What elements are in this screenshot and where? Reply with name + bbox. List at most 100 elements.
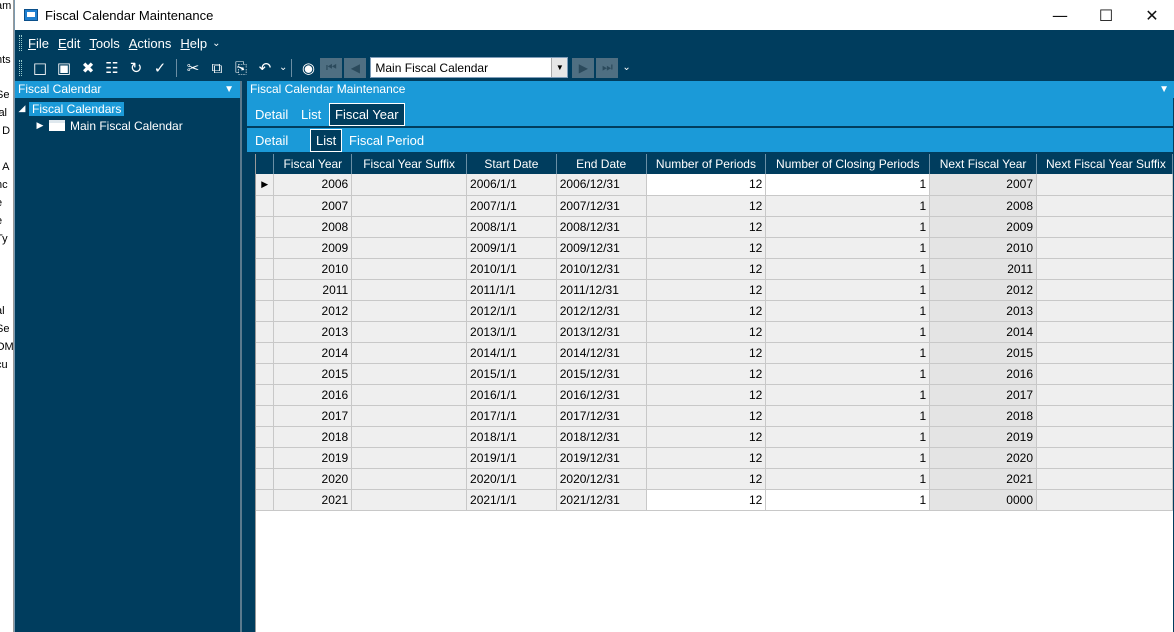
fiscal-year-cell[interactable]: 2012 (273, 300, 353, 322)
row-selector[interactable]: ▶ (256, 174, 275, 196)
number-of-periods-cell[interactable]: 12 (646, 258, 767, 280)
table-row[interactable]: 2012 2012/1/1 2012/12/31 12 1 2013 (256, 300, 1173, 322)
table-row[interactable]: 2020 2020/1/1 2020/12/31 12 1 2021 (256, 468, 1173, 490)
toolbar-overflow-caret-icon[interactable]: ⌄ (622, 62, 630, 73)
table-row[interactable]: 2010 2010/1/1 2010/12/31 12 1 2011 (256, 258, 1173, 280)
delete-button[interactable]: ✖ (76, 57, 100, 79)
end-date-cell[interactable]: 2011/12/31 (556, 279, 647, 301)
row-selector[interactable] (256, 363, 275, 385)
next-fiscal-year-suffix-cell[interactable] (1036, 195, 1173, 217)
number-of-periods-cell[interactable]: 12 (646, 363, 767, 385)
next-fiscal-year-cell[interactable]: 2012 (929, 279, 1037, 301)
number-of-closing-periods-cell[interactable]: 1 (765, 279, 931, 301)
next-fiscal-year-cell[interactable]: 2008 (929, 195, 1037, 217)
tree-node-child-label[interactable]: Main Fiscal Calendar (70, 119, 183, 133)
end-date-cell[interactable]: 2014/12/31 (556, 342, 647, 364)
number-of-closing-periods-cell[interactable]: 1 (765, 237, 931, 259)
next-fiscal-year-suffix-cell[interactable] (1036, 174, 1173, 196)
next-fiscal-year-cell[interactable]: 2020 (929, 447, 1037, 469)
end-date-cell[interactable]: 2015/12/31 (556, 363, 647, 385)
start-date-cell[interactable]: 2006/1/1 (466, 174, 557, 196)
next-fiscal-year-cell[interactable]: 2016 (929, 363, 1037, 385)
expand-triangle-icon[interactable]: ▶ (33, 120, 47, 131)
number-of-closing-periods-cell[interactable]: 1 (765, 447, 931, 469)
end-date-cell[interactable]: 2008/12/31 (556, 216, 647, 238)
number-of-periods-cell[interactable]: 12 (646, 489, 767, 511)
menu-tools[interactable]: Tools (89, 36, 119, 51)
fiscal-year-suffix-cell[interactable] (351, 216, 468, 238)
number-of-periods-cell[interactable]: 12 (646, 237, 767, 259)
row-selector[interactable] (256, 342, 275, 364)
next-fiscal-year-cell[interactable]: 2019 (929, 426, 1037, 448)
cut-button[interactable]: ✂ (181, 57, 205, 79)
fiscal-year-suffix-cell[interactable] (351, 384, 468, 406)
fiscal-year-suffix-cell[interactable] (351, 405, 468, 427)
end-date-cell[interactable]: 2010/12/31 (556, 258, 647, 280)
fiscal-year-cell[interactable]: 2020 (273, 468, 353, 490)
fiscal-year-cell[interactable]: 2021 (273, 489, 353, 511)
start-date-cell[interactable]: 2021/1/1 (466, 489, 557, 511)
start-date-cell[interactable]: 2018/1/1 (466, 426, 557, 448)
number-of-periods-cell[interactable]: 12 (646, 300, 767, 322)
pin-icon[interactable]: ▼ (224, 81, 234, 98)
number-of-closing-periods-cell[interactable]: 1 (765, 258, 931, 280)
next-fiscal-year-suffix-cell[interactable] (1036, 363, 1173, 385)
table-row[interactable]: 2007 2007/1/1 2007/12/31 12 1 2008 (256, 195, 1173, 217)
table-row[interactable]: 2018 2018/1/1 2018/12/31 12 1 2019 (256, 426, 1173, 448)
number-of-periods-cell[interactable]: 12 (646, 405, 767, 427)
number-of-periods-cell[interactable]: 12 (646, 216, 767, 238)
search-button[interactable]: ◉ (296, 57, 320, 79)
number-of-periods-cell[interactable]: 12 (646, 279, 767, 301)
number-of-periods-cell[interactable]: 12 (646, 342, 767, 364)
fiscal-year-cell[interactable]: 2008 (273, 216, 353, 238)
table-row[interactable]: 2011 2011/1/1 2011/12/31 12 1 2012 (256, 279, 1173, 301)
close-button[interactable]: ✕ (1129, 0, 1174, 30)
subtab-detail[interactable]: Detail (251, 131, 292, 150)
fiscal-year-cell[interactable]: 2013 (273, 321, 353, 343)
next-fiscal-year-suffix-cell[interactable] (1036, 468, 1173, 490)
fiscal-year-suffix-cell[interactable] (351, 237, 468, 259)
column-header[interactable]: Next Fiscal Year Suffix (1036, 154, 1173, 174)
collapse-triangle-icon[interactable]: ◢ (15, 103, 29, 114)
row-selector[interactable] (256, 489, 275, 511)
table-row[interactable]: 2014 2014/1/1 2014/12/31 12 1 2015 (256, 342, 1173, 364)
next-fiscal-year-suffix-cell[interactable] (1036, 258, 1173, 280)
end-date-cell[interactable]: 2017/12/31 (556, 405, 647, 427)
column-header[interactable]: Number of Periods (646, 154, 767, 174)
menu-file[interactable]: File (28, 36, 49, 51)
new-document-button[interactable]: □ (28, 57, 52, 79)
next-fiscal-year-suffix-cell[interactable] (1036, 279, 1173, 301)
fiscal-year-cell[interactable]: 2016 (273, 384, 353, 406)
next-fiscal-year-suffix-cell[interactable] (1036, 384, 1173, 406)
start-date-cell[interactable]: 2015/1/1 (466, 363, 557, 385)
fiscal-year-cell[interactable]: 2007 (273, 195, 353, 217)
next-fiscal-year-cell[interactable]: 2010 (929, 237, 1037, 259)
number-of-closing-periods-cell[interactable]: 1 (765, 405, 931, 427)
fiscal-year-suffix-cell[interactable] (351, 447, 468, 469)
number-of-periods-cell[interactable]: 12 (646, 447, 767, 469)
number-of-closing-periods-cell[interactable]: 1 (765, 489, 931, 511)
next-fiscal-year-suffix-cell[interactable] (1036, 300, 1173, 322)
number-of-closing-periods-cell[interactable]: 1 (765, 195, 931, 217)
end-date-cell[interactable]: 2013/12/31 (556, 321, 647, 343)
column-header[interactable]: Start Date (466, 154, 557, 174)
end-date-cell[interactable]: 2007/12/31 (556, 195, 647, 217)
number-of-periods-cell[interactable]: 12 (646, 174, 767, 196)
refresh-button[interactable]: ↻ (124, 57, 148, 79)
table-row[interactable]: 2013 2013/1/1 2013/12/31 12 1 2014 (256, 321, 1173, 343)
pin-icon[interactable]: ▼ (1159, 81, 1169, 98)
next-fiscal-year-suffix-cell[interactable] (1036, 447, 1173, 469)
next-fiscal-year-cell[interactable]: 2014 (929, 321, 1037, 343)
number-of-periods-cell[interactable]: 12 (646, 384, 767, 406)
fiscal-year-suffix-cell[interactable] (351, 300, 468, 322)
menu-overflow-caret-icon[interactable]: ⌄ (212, 38, 220, 49)
table-row[interactable]: 2009 2009/1/1 2009/12/31 12 1 2010 (256, 237, 1173, 259)
column-header[interactable]: Number of Closing Periods (765, 154, 931, 174)
number-of-closing-periods-cell[interactable]: 1 (765, 300, 931, 322)
fiscal-year-cell[interactable]: 2017 (273, 405, 353, 427)
next-fiscal-year-cell[interactable]: 2018 (929, 405, 1037, 427)
menubar-grip-handle[interactable] (19, 35, 22, 51)
row-selector[interactable] (256, 300, 275, 322)
end-date-cell[interactable]: 2019/12/31 (556, 447, 647, 469)
number-of-closing-periods-cell[interactable]: 1 (765, 321, 931, 343)
